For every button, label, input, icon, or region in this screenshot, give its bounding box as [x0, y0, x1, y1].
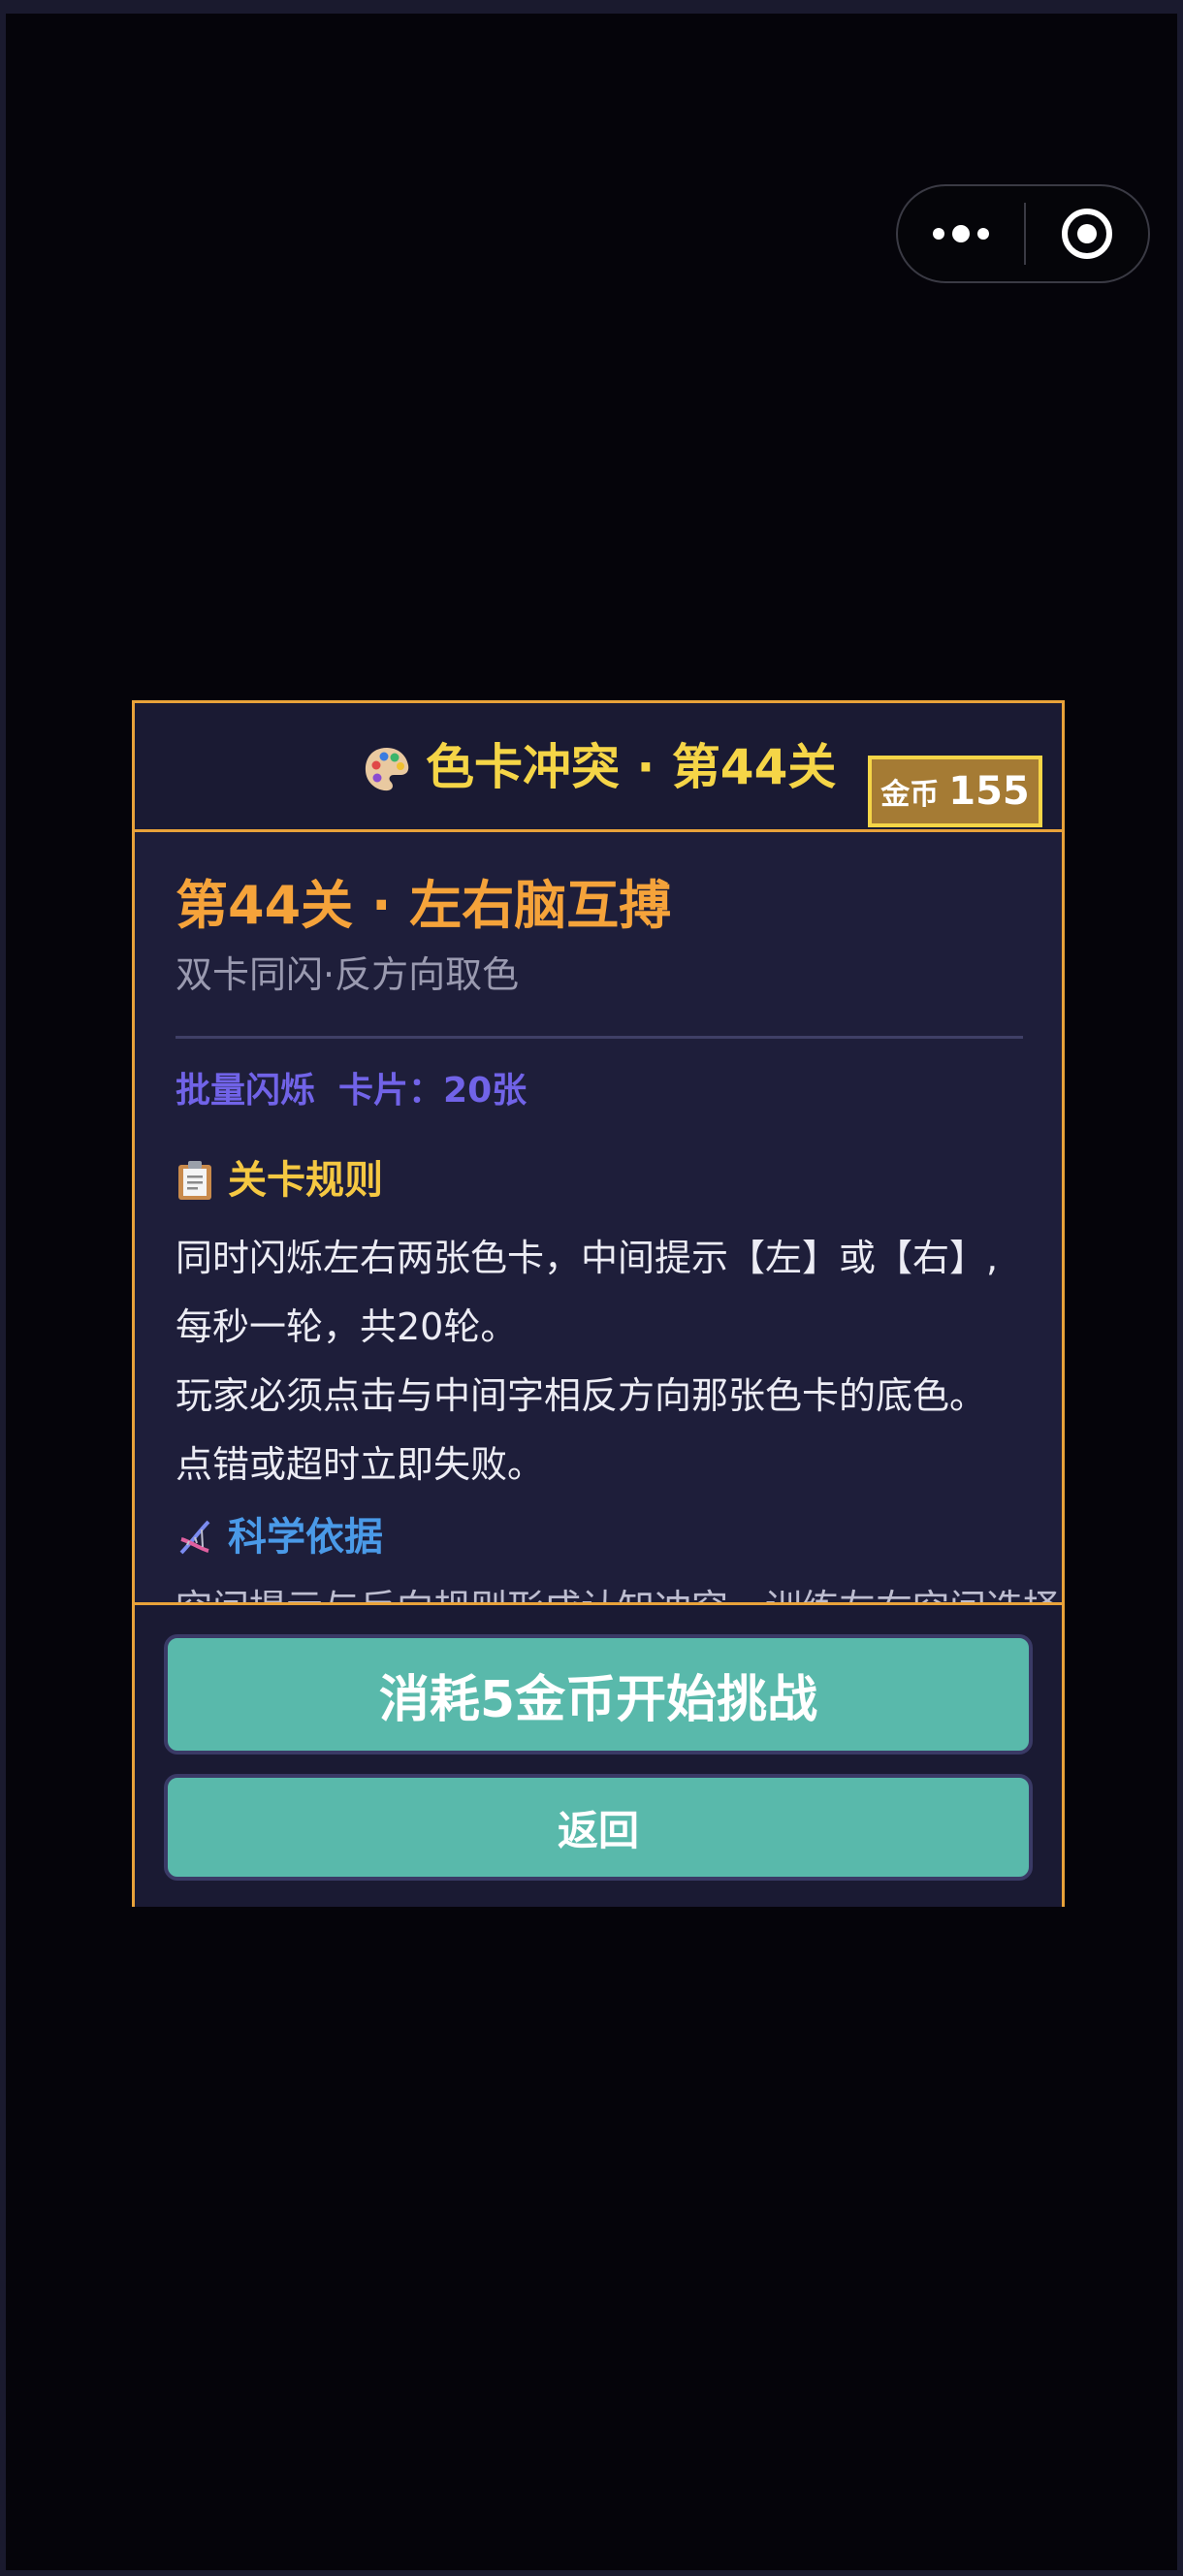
target-close-icon[interactable] — [1026, 186, 1148, 281]
rules-line: 每秒一轮，共20轮。 — [176, 1305, 518, 1348]
app-screen: 色卡冲突 · 第44关 金币 155 第44关 · 左右脑互搏 双卡同闪·反方向… — [6, 14, 1177, 2570]
start-challenge-button[interactable]: 消耗5金币开始挑战 — [164, 1634, 1033, 1755]
level-subtitle: 双卡同闪·反方向取色 — [176, 953, 520, 996]
coin-balance-badge: 金币 155 — [868, 756, 1042, 827]
rules-line: 点错或超时立即失败。 — [176, 1443, 545, 1486]
mode-label: 批量闪烁 — [176, 1071, 316, 1111]
miniprogram-capsule — [896, 184, 1150, 283]
rules-line: 玩家必须点击与中间字相反方向那张色卡的底色。 — [176, 1374, 987, 1417]
coin-label: 金币 — [880, 778, 940, 812]
level-heading: 第44关 · 左右脑互搏 — [176, 875, 672, 936]
more-dots-icon[interactable] — [898, 186, 1024, 281]
science-text: 空间提示与反向规则形成认知冲突，训练左右空间选择 — [176, 1579, 1060, 1602]
back-button[interactable]: 返回 — [164, 1774, 1033, 1881]
dialog-header: 色卡冲突 · 第44关 金币 155 — [135, 703, 1062, 832]
rules-line: 同时闪烁左右两张色卡，中间提示【左】或【右】, — [176, 1237, 999, 1279]
clipboard-icon — [178, 1161, 211, 1200]
coin-value: 155 — [948, 769, 1030, 814]
dialog-footer: 消耗5金币开始挑战 返回 — [135, 1602, 1062, 1907]
rules-title-text: 关卡规则 — [228, 1158, 383, 1203]
level-meta: 批量闪烁 卡片：20张 — [176, 1067, 527, 1115]
science-section-title: 科学依据 — [176, 1511, 383, 1563]
rules-text: 同时闪烁左右两张色卡，中间提示【左】或【右】, 每秒一轮，共20轮。 玩家必须点… — [176, 1224, 1029, 1499]
level-dialog: 色卡冲突 · 第44关 金币 155 第44关 · 左右脑互搏 双卡同闪·反方向… — [132, 700, 1065, 1907]
rules-section-title: 关卡规则 — [176, 1154, 383, 1207]
science-title-text: 科学依据 — [228, 1515, 383, 1560]
dialog-body[interactable]: 第44关 · 左右脑互搏 双卡同闪·反方向取色 批量闪烁 卡片：20张 关卡规则 … — [135, 832, 1062, 1602]
palette-icon — [365, 748, 409, 791]
section-divider — [176, 1036, 1023, 1039]
dna-icon — [179, 1520, 210, 1555]
cards-count: 卡片：20张 — [338, 1071, 528, 1111]
dialog-title: 色卡冲突 · 第44关 — [426, 739, 837, 795]
